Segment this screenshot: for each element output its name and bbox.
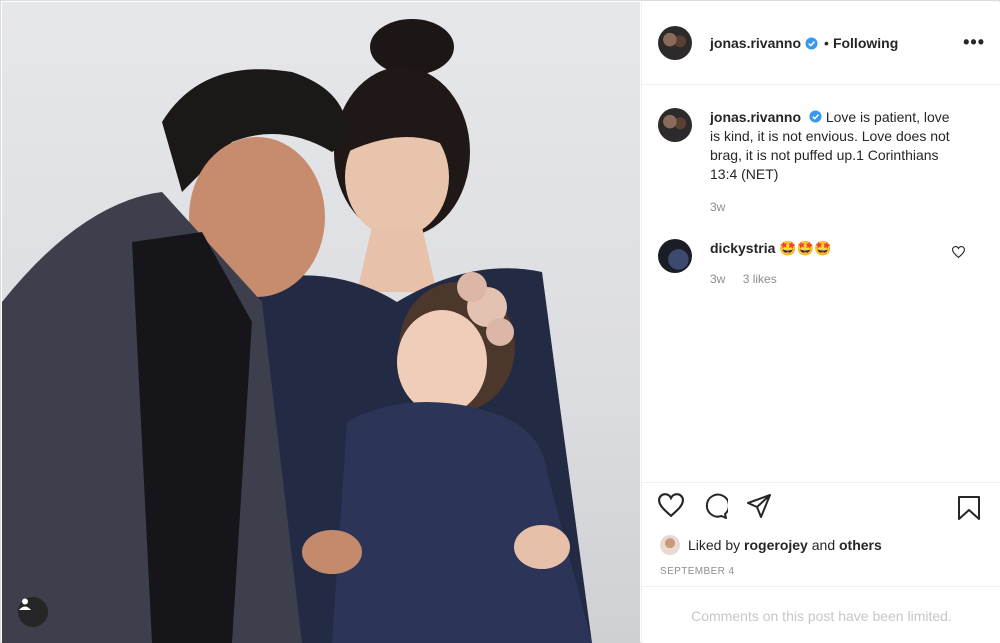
- caption: jonas.rivanno Love is patient, love is k…: [658, 108, 955, 217]
- comment-item: dickystria 🤩🤩🤩 3w 3 likes: [658, 239, 955, 289]
- liked-by-label: Liked by: [688, 537, 741, 553]
- comment-username[interactable]: dickystria: [710, 240, 775, 256]
- heart-icon[interactable]: [657, 493, 686, 521]
- comment-text: 🤩🤩🤩: [779, 240, 832, 256]
- comment-likes[interactable]: 3 likes: [743, 272, 777, 286]
- bookmark-icon[interactable]: [957, 495, 981, 521]
- post-photo[interactable]: [2, 2, 640, 643]
- user-tag-icon[interactable]: [18, 597, 48, 627]
- separator-dot: •: [824, 35, 829, 51]
- more-options-icon[interactable]: •••: [963, 32, 985, 53]
- comment-icon[interactable]: [702, 493, 730, 521]
- post-date[interactable]: SEPTEMBER 4: [660, 566, 734, 577]
- avatar[interactable]: [660, 535, 680, 555]
- post-sidebar: jonas.rivanno • Following ••• jonas.riva…: [641, 2, 1000, 643]
- post-actions: Liked by rogerojey and others SEPTEMBER …: [642, 482, 1000, 643]
- avatar[interactable]: [658, 239, 692, 273]
- username-link[interactable]: jonas.rivanno: [710, 35, 801, 51]
- liked-by: Liked by rogerojey and others: [660, 535, 882, 555]
- avatar[interactable]: [658, 108, 692, 142]
- following-button[interactable]: Following: [833, 35, 898, 51]
- share-icon[interactable]: [746, 493, 774, 521]
- comments-limited-notice: Comments on this post have been limited.: [642, 586, 1000, 643]
- liked-by-and: and: [811, 537, 836, 553]
- caption-timestamp[interactable]: 3w: [710, 200, 725, 214]
- verified-badge-icon: [805, 36, 818, 50]
- liked-by-others[interactable]: others: [839, 537, 882, 553]
- comment-timestamp[interactable]: 3w: [710, 272, 725, 286]
- family-photo-illustration: [2, 19, 592, 643]
- avatar[interactable]: [658, 26, 692, 60]
- comments-section: jonas.rivanno Love is patient, love is k…: [642, 86, 1000, 481]
- liked-by-user[interactable]: rogerojey: [744, 537, 808, 553]
- comment-like-heart-icon[interactable]: [952, 246, 965, 258]
- caption-username[interactable]: jonas.rivanno: [710, 109, 801, 125]
- verified-badge-icon: [809, 110, 822, 123]
- instagram-post-modal: jonas.rivanno • Following ••• jonas.riva…: [0, 0, 1000, 643]
- post-header: jonas.rivanno • Following •••: [642, 2, 1000, 85]
